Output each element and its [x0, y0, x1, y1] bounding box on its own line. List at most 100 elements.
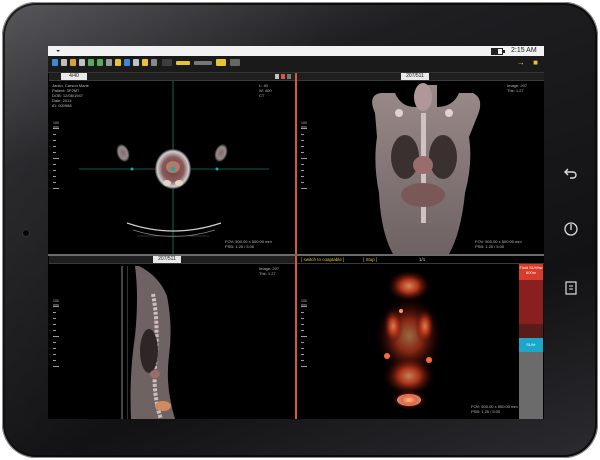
layout-icon[interactable] [52, 59, 58, 66]
axial-viewport[interactable]: 4/40 Jankn, Carson Marie Patient: 3P2M7 … [49, 73, 295, 254]
pane-divider-vertical[interactable] [295, 73, 297, 419]
ruler-tick [301, 182, 304, 183]
status-time: 2:15 AM [511, 47, 537, 54]
ruler-tick [301, 170, 304, 171]
ruler-tick [53, 324, 56, 325]
toolbar-right: → ■ [517, 58, 538, 67]
colorbar-top-label: Fluid SUVbw 600m [519, 265, 543, 275]
ruler-icon[interactable] [124, 59, 130, 66]
pet-footer: FOV: 500.00 x 500.00 mm PSB: 1.25 / 5.00 [471, 404, 518, 414]
home-button[interactable] [560, 218, 582, 240]
coronal-viewport[interactable]: 207/511 Image: 207 Thk: 1.27 100 mm FOV:… [297, 73, 544, 254]
ruler-tick [301, 128, 307, 129]
roi-icon[interactable] [216, 59, 226, 66]
pin-icon[interactable]: → [517, 58, 525, 67]
ruler-tick [301, 306, 307, 307]
ruler-tick [301, 188, 307, 189]
ruler-tick [301, 336, 307, 337]
coronal-ruler: 100 mm [301, 121, 309, 189]
sagittal-ruler: 100 mm [53, 299, 61, 367]
ruler-tick [53, 342, 56, 343]
menu-icon [565, 281, 577, 295]
power-icon [564, 222, 578, 236]
ruler-tick [53, 140, 56, 141]
grid-icon[interactable] [151, 59, 157, 66]
colorbar-segment-4: SUVr [519, 338, 543, 352]
ruler-tick [53, 312, 56, 313]
ruler-tick [301, 324, 304, 325]
back-button[interactable] [560, 162, 582, 184]
tool-group-1[interactable] [162, 59, 172, 66]
ruler-tick [53, 170, 56, 171]
ruler-tick [301, 146, 304, 147]
pane-divider-horizontal[interactable] [48, 254, 544, 256]
settings-icon[interactable] [230, 59, 240, 66]
ruler-tick [53, 158, 59, 159]
ruler-tick [53, 146, 56, 147]
zoom-icon[interactable] [106, 59, 112, 66]
status-bar: ◒ 2:15 AM [48, 46, 544, 56]
ruler-tick [53, 360, 56, 361]
colorbar-segment-3 [519, 324, 543, 338]
window-level-icon[interactable] [115, 59, 121, 66]
ruler-tick [301, 348, 304, 349]
ruler-tick [53, 188, 59, 189]
screen: ◒ 2:15 AM → ■ 4/40 Jankn, Carson Marie P… [48, 46, 544, 419]
ruler-tick [53, 330, 56, 331]
menu-icon[interactable]: ■ [533, 58, 538, 67]
axial-ct-image [79, 81, 269, 254]
annotate-icon[interactable] [133, 59, 139, 66]
axial-footer: FOV: 500.00 x 500.00 mm PSB: 1.25 / 5.00 [225, 239, 272, 249]
ruler-tick [301, 140, 304, 141]
ruler-tick [53, 164, 56, 165]
angle-icon[interactable] [194, 61, 212, 65]
sagittal-viewport[interactable]: 207/511 Image: 207 Thk: 1.27 100 mm [49, 256, 295, 419]
ruler-tick [301, 158, 307, 159]
ruler-tick [301, 176, 304, 177]
ruler-tick [301, 164, 304, 165]
toolbar: → ■ [48, 56, 544, 73]
colorbar-segment-5 [519, 352, 543, 419]
cursor-icon[interactable] [61, 59, 67, 66]
crosshair-icon[interactable] [142, 59, 148, 66]
rotate-icon[interactable] [88, 59, 94, 66]
pet-viewport[interactable]: [ switch to coaptable ] [ Stop ] 1/1 100… [297, 256, 544, 419]
back-icon [564, 168, 577, 179]
redo-icon[interactable] [79, 59, 85, 66]
ruler-tick [53, 366, 59, 367]
ruler-tick [301, 360, 304, 361]
ruler-tick [301, 318, 304, 319]
front-camera [23, 230, 29, 236]
pet-colorbar[interactable]: Fluid SUVbw 600m SUVr [519, 264, 543, 419]
measure-line-icon[interactable] [176, 61, 190, 65]
ruler-tick [301, 342, 304, 343]
coronal-ct-image [372, 83, 481, 254]
ruler-tick [301, 330, 304, 331]
ruler-tick [53, 306, 59, 307]
colorbar-mid-label: SUVr [526, 342, 536, 347]
ruler-tick [301, 354, 304, 355]
ruler-tick [53, 336, 59, 337]
tablet-frame: ◒ 2:15 AM → ■ 4/40 Jankn, Carson Marie P… [2, 2, 598, 458]
wifi-icon: ◒ [56, 47, 61, 54]
ruler-tick [53, 348, 56, 349]
colorbar-segment-2 [519, 280, 543, 324]
menu-button[interactable] [560, 277, 582, 299]
sagittal-ct-image [121, 266, 175, 419]
ruler-tick [53, 152, 56, 153]
colorbar-top: Fluid SUVbw 600m [519, 264, 543, 280]
pet-image [375, 270, 443, 410]
coronal-footer: FOV: 500.00 x 500.00 mm PSB: 1.25 / 5.00 [475, 239, 522, 249]
undo-icon[interactable] [70, 59, 76, 66]
battery-level [492, 49, 498, 54]
ruler-tick [53, 354, 56, 355]
ruler-tick [53, 134, 56, 135]
battery-icon [491, 48, 505, 55]
ruler-tick [53, 176, 56, 177]
ruler-tick [301, 312, 304, 313]
ruler-tick [301, 152, 304, 153]
ruler-tick [53, 182, 56, 183]
ruler-tick [53, 128, 59, 129]
axial-ruler: 100 mm [53, 121, 61, 189]
pan-icon[interactable] [97, 59, 103, 66]
